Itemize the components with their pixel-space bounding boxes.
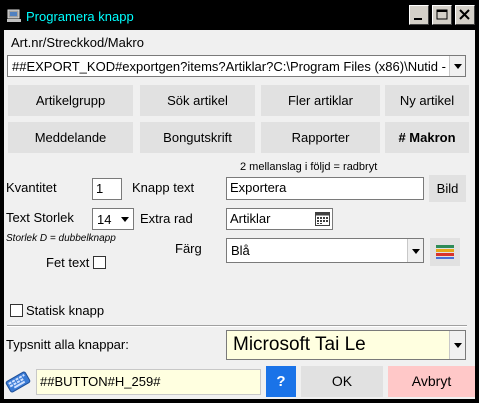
ny-artikel-button[interactable]: Ny artikel [385, 85, 469, 116]
fler-artiklar-button[interactable]: Fler artiklar [261, 85, 380, 116]
cancel-button[interactable]: Avbryt [388, 366, 475, 397]
artnr-label: Art.nr/Streckkod/Makro [11, 35, 144, 50]
text-storlek-combo[interactable]: 14 [92, 208, 134, 230]
statisk-knapp-checkbox[interactable] [10, 304, 23, 317]
rapporter-button[interactable]: Rapporter [261, 122, 380, 153]
farg-combo[interactable]: Blå [226, 238, 424, 263]
artikelgrupp-button[interactable]: Artikelgrupp [8, 85, 133, 116]
minimize-icon [414, 18, 422, 20]
extra-rad-value: Artiklar [230, 211, 271, 226]
bongutskrift-button[interactable]: Bongutskrift [140, 122, 255, 153]
kvantitet-input[interactable]: 1 [92, 178, 122, 200]
chevron-down-icon[interactable] [407, 239, 423, 262]
typsnitt-combo[interactable]: Microsoft Tai Le [226, 330, 466, 360]
color-palette-icon [436, 245, 454, 259]
text-storlek-label: Text Storlek [6, 210, 74, 225]
dialog-body: Art.nr/Streckkod/Makro ##EXPORT_KOD#expo… [4, 30, 475, 399]
farg-value: Blå [231, 243, 250, 258]
knapp-text-input[interactable]: Exportera [226, 177, 424, 200]
title-bar[interactable]: Programera knapp [0, 0, 479, 30]
artnr-combo[interactable]: ##EXPORT_KOD#exportgen?items?Artiklar?C:… [7, 55, 466, 77]
chevron-down-icon[interactable] [117, 209, 133, 229]
linebreak-hint: 2 mellanslag i följd = radbryt [240, 161, 378, 173]
app-icon [7, 9, 21, 22]
chevron-down-icon[interactable] [449, 56, 465, 76]
chevron-down-icon[interactable] [449, 331, 465, 359]
button-code-input[interactable]: ##BUTTON#H_259# [36, 369, 261, 395]
storlek-note: Storlek D = dubbelknapp [6, 233, 116, 244]
extra-rad-label: Extra rad [140, 211, 193, 226]
fet-text-label: Fet text [46, 255, 90, 270]
sok-artikel-button[interactable]: Sök artikel [140, 85, 255, 116]
minimize-button[interactable] [409, 5, 429, 25]
bild-button[interactable]: Bild [429, 175, 466, 202]
separator [7, 325, 467, 327]
typsnitt-label: Typsnitt alla knappar: [6, 337, 129, 352]
keyboard-icon [5, 371, 31, 393]
help-button[interactable]: ? [266, 366, 296, 397]
text-storlek-value: 14 [97, 212, 112, 227]
makron-tab-button[interactable]: # Makron [385, 122, 469, 153]
typsnitt-value: Microsoft Tai Le [233, 334, 366, 355]
fet-text-checkbox[interactable] [93, 256, 106, 269]
calendar-icon[interactable] [315, 211, 330, 226]
meddelande-button[interactable]: Meddelande [8, 122, 133, 153]
ok-button[interactable]: OK [301, 366, 383, 397]
dialog-window: Programera knapp Art.nr/Streckkod/Makro … [0, 0, 479, 403]
keyboard-button[interactable] [4, 366, 34, 396]
farg-label: Färg [175, 241, 202, 256]
close-icon [459, 9, 470, 20]
kvantitet-label: Kvantitet [6, 180, 57, 195]
knapp-text-label: Knapp text [132, 180, 195, 195]
close-button[interactable] [455, 5, 475, 25]
maximize-icon [436, 9, 448, 20]
statisk-knapp-label: Statisk knapp [26, 303, 105, 318]
color-palette-button[interactable] [430, 238, 460, 266]
artnr-combo-value: ##EXPORT_KOD#exportgen?items?Artiklar?C:… [12, 59, 446, 74]
window-title: Programera knapp [26, 9, 134, 24]
maximize-button[interactable] [432, 5, 452, 25]
